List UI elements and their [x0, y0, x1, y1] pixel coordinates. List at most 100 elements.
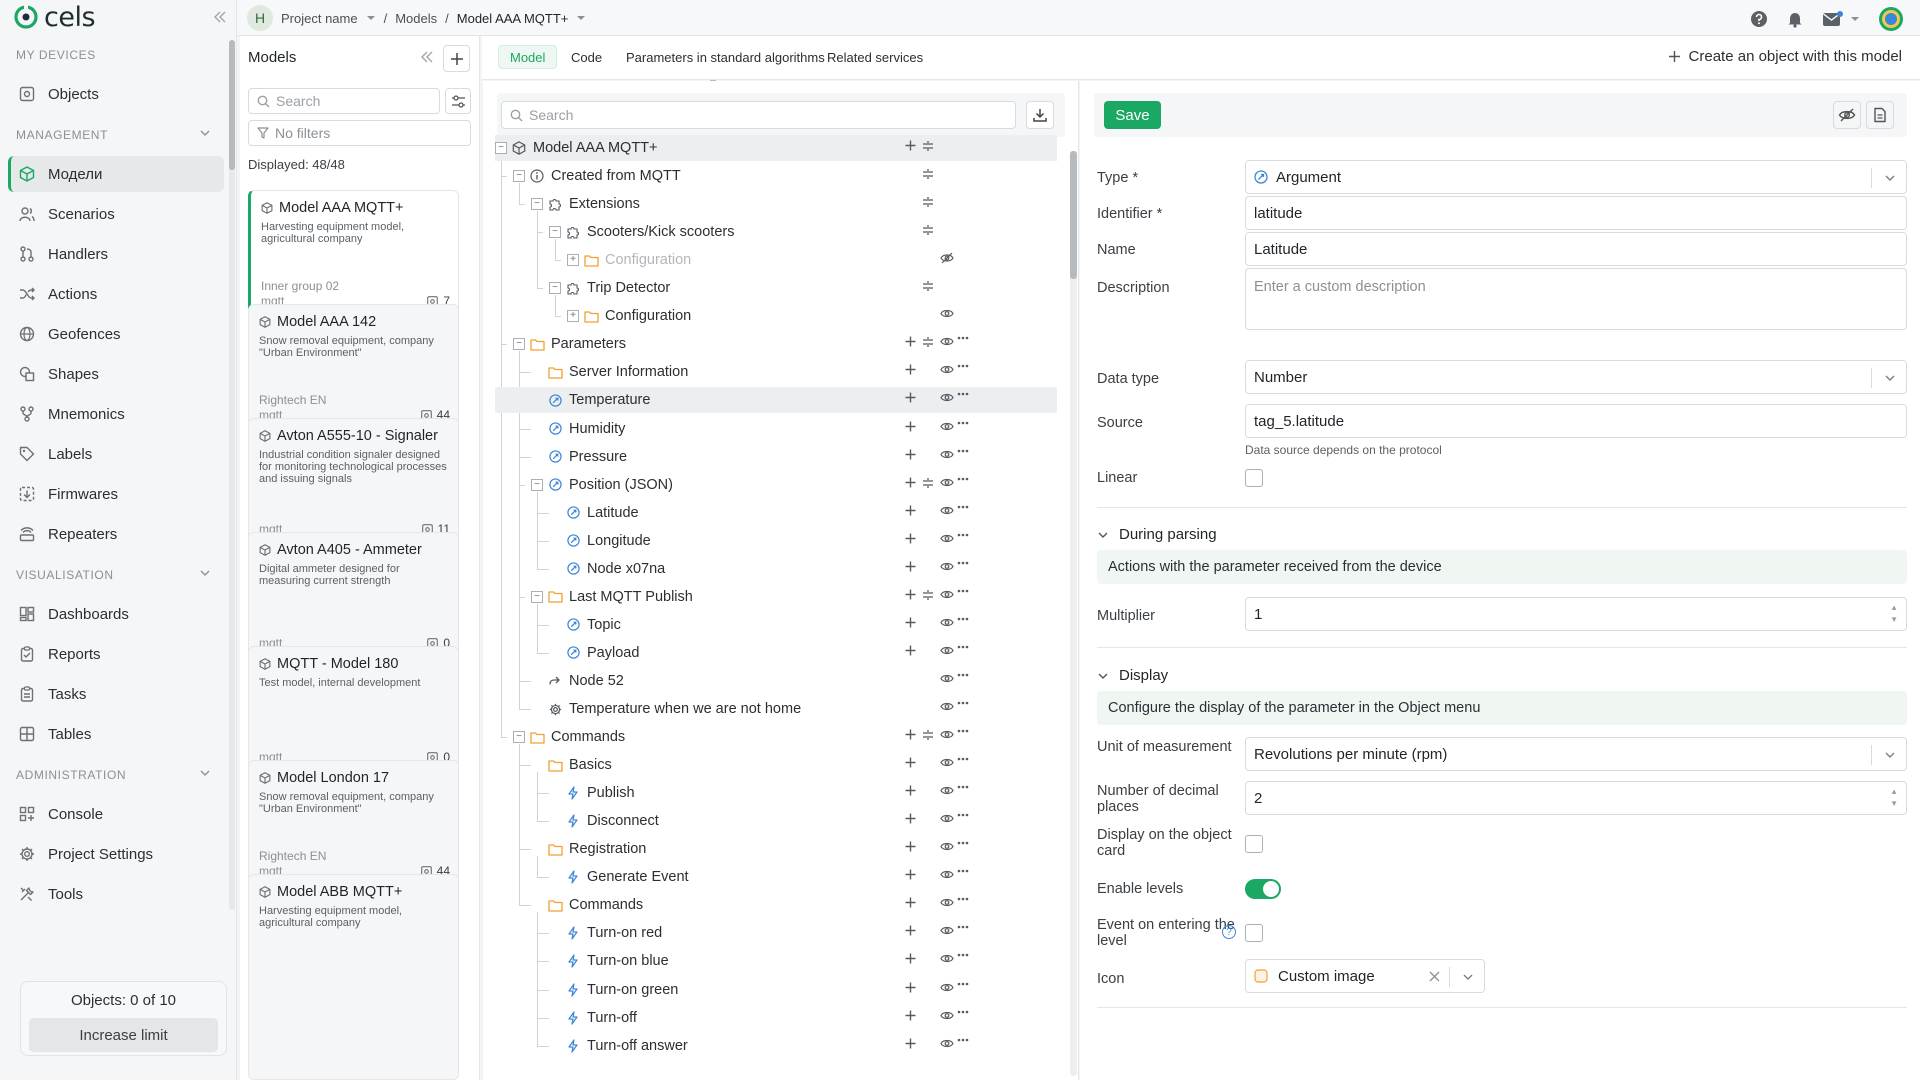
tree-node[interactable]: − Position (JSON): [495, 472, 1057, 498]
more-options-icon[interactable]: [957, 336, 969, 340]
add-child-icon[interactable]: [905, 953, 916, 964]
add-child-icon[interactable]: [905, 140, 916, 151]
tab-related-services[interactable]: Related services: [816, 45, 934, 69]
expand-node-icon[interactable]: +: [567, 254, 579, 267]
eye-icon[interactable]: [940, 561, 954, 572]
add-child-icon[interactable]: [905, 561, 916, 572]
more-options-icon[interactable]: [957, 533, 969, 537]
type-select[interactable]: Argument: [1245, 160, 1907, 194]
tree-scrollbar-thumb[interactable]: [1070, 151, 1077, 279]
more-options-icon[interactable]: [957, 364, 969, 368]
tree-node[interactable]: − Extensions: [495, 191, 1057, 217]
tree-scrollbar[interactable]: [1070, 151, 1077, 1076]
tree-node[interactable]: − Created from MQTT: [495, 163, 1057, 189]
tree-node[interactable]: Commands: [495, 892, 1057, 918]
number-stepper-icon[interactable]: ▲ ▼: [1890, 602, 1898, 626]
filter-settings-button[interactable]: [445, 88, 471, 114]
drag-handle-icon[interactable]: [922, 477, 934, 489]
clear-icon[interactable]: [1429, 971, 1440, 982]
more-options-icon[interactable]: [957, 477, 969, 481]
collapse-panel-icon[interactable]: [420, 50, 434, 64]
download-button[interactable]: [1026, 101, 1054, 129]
tree-node[interactable]: Turn-off: [495, 1005, 1057, 1031]
add-model-button[interactable]: [443, 45, 470, 72]
more-options-icon[interactable]: [957, 785, 969, 789]
eye-icon[interactable]: [940, 925, 954, 936]
drag-handle-icon[interactable]: [922, 168, 934, 180]
collapse-node-icon[interactable]: −: [531, 590, 543, 603]
tree-node[interactable]: Latitude: [495, 500, 1057, 526]
more-options-icon[interactable]: [957, 617, 969, 621]
tree-node[interactable]: Publish: [495, 780, 1057, 806]
tree-node[interactable]: Humidity: [495, 416, 1057, 442]
eye-icon[interactable]: [940, 421, 954, 432]
eye-icon[interactable]: [940, 1038, 954, 1049]
mail-icon[interactable]: [1822, 10, 1860, 28]
eye-icon[interactable]: [940, 869, 954, 880]
add-child-icon[interactable]: [905, 897, 916, 908]
sidebar-item-reports[interactable]: Reports: [8, 636, 224, 672]
multiplier-input[interactable]: 1 ▲ ▼: [1245, 597, 1907, 631]
eye-icon[interactable]: [940, 336, 954, 347]
tree-node[interactable]: Temperature: [495, 387, 1057, 414]
drag-handle-icon[interactable]: [922, 224, 934, 236]
add-child-icon[interactable]: [905, 589, 916, 600]
model-card[interactable]: Model AAA 142 Snow removal equipment, co…: [248, 304, 459, 434]
breadcrumb-models[interactable]: Models: [395, 11, 437, 26]
eye-icon[interactable]: [940, 701, 954, 712]
more-options-icon[interactable]: [957, 701, 969, 705]
tree-node[interactable]: Basics: [495, 752, 1057, 778]
decimals-input[interactable]: 2 ▲ ▼: [1245, 781, 1907, 815]
sidebar-item-firmwares[interactable]: Firmwares: [8, 476, 224, 512]
add-child-icon[interactable]: [905, 645, 916, 656]
collapse-node-icon[interactable]: −: [513, 170, 525, 183]
more-options-icon[interactable]: [957, 982, 969, 986]
sidebar-item-console[interactable]: Console: [8, 796, 224, 832]
create-object-button[interactable]: Create an object with this model: [1668, 48, 1902, 65]
tree-node[interactable]: Temperature when we are not home: [495, 696, 1057, 722]
add-child-icon[interactable]: [905, 364, 916, 375]
chevron-down-icon[interactable]: [198, 766, 212, 780]
model-card[interactable]: MQTT - Model 180 Test model, internal de…: [248, 646, 459, 776]
add-child-icon[interactable]: [905, 617, 916, 628]
tree-node[interactable]: Turn-on blue: [495, 948, 1057, 974]
eye-icon[interactable]: [940, 364, 954, 375]
collapse-node-icon[interactable]: −: [549, 282, 561, 295]
more-options-icon[interactable]: [957, 897, 969, 901]
eye-icon[interactable]: [940, 757, 954, 768]
add-child-icon[interactable]: [905, 421, 916, 432]
collapse-node-icon[interactable]: −: [531, 478, 543, 491]
eye-icon[interactable]: [940, 645, 954, 656]
tree-node[interactable]: − Parameters: [495, 331, 1057, 357]
tree-node[interactable]: − Last MQTT Publish: [495, 584, 1057, 610]
eye-icon[interactable]: [940, 392, 954, 403]
add-child-icon[interactable]: [905, 729, 916, 740]
add-child-icon[interactable]: [905, 785, 916, 796]
eye-icon[interactable]: [940, 785, 954, 796]
identifier-input[interactable]: latitude: [1245, 196, 1907, 230]
tab-parameters-standard-algorithms[interactable]: Parameters in standard algorithms: [615, 45, 836, 69]
eye-icon[interactable]: [940, 982, 954, 993]
sidebar-item-handlers[interactable]: Handlers: [8, 236, 224, 272]
more-options-icon[interactable]: [957, 1010, 969, 1014]
eye-icon[interactable]: [940, 729, 954, 740]
help-icon[interactable]: [1750, 10, 1768, 28]
eye-icon[interactable]: [940, 449, 954, 460]
more-options-icon[interactable]: [957, 673, 969, 677]
project-avatar[interactable]: H: [247, 5, 273, 31]
tab-model[interactable]: Model: [498, 45, 558, 69]
eye-icon[interactable]: [940, 897, 954, 908]
linear-checkbox[interactable]: [1245, 469, 1263, 487]
tree-node[interactable]: Pressure: [495, 444, 1057, 470]
tree-node[interactable]: Turn-on green: [495, 977, 1057, 1003]
sidebar-item-tools[interactable]: Tools: [8, 876, 224, 912]
eye-icon[interactable]: [940, 813, 954, 824]
tree-node[interactable]: Topic: [495, 612, 1057, 638]
eye-icon[interactable]: [940, 533, 954, 544]
add-child-icon[interactable]: [905, 982, 916, 993]
chevron-down-icon[interactable]: [366, 13, 376, 23]
filters-field[interactable]: No filters: [248, 120, 471, 146]
tree-node[interactable]: Generate Event: [495, 864, 1057, 890]
add-child-icon[interactable]: [905, 533, 916, 544]
sidebar-item-scenarios[interactable]: Scenarios: [8, 196, 224, 232]
